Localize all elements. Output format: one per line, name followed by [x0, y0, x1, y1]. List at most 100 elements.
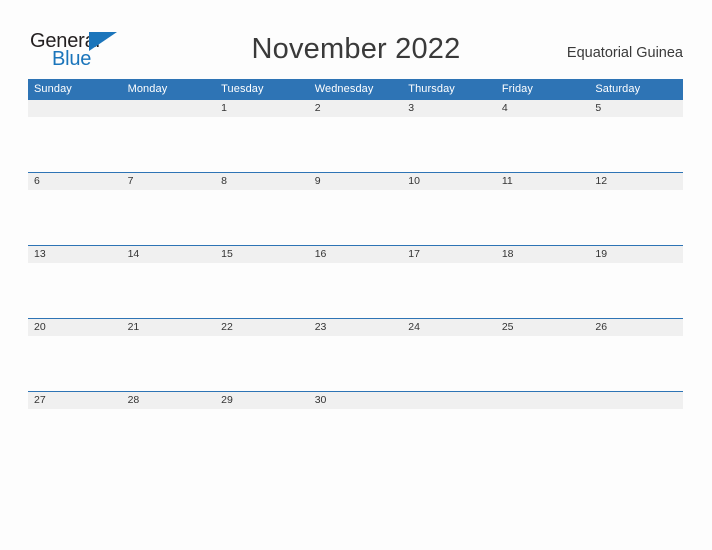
- day-events[interactable]: [589, 117, 683, 172]
- weekday-header-tuesday: Tuesday: [215, 79, 309, 100]
- day-number: 8: [215, 173, 309, 190]
- day-events[interactable]: [309, 409, 403, 464]
- calendar-day-cell[interactable]: 13: [28, 245, 122, 319]
- calendar-day-cell[interactable]: 24: [402, 318, 496, 392]
- day-events[interactable]: [402, 117, 496, 172]
- calendar-week-row: 1 2 3 4 5: [28, 100, 683, 173]
- day-number: 3: [402, 100, 496, 117]
- day-events[interactable]: [122, 117, 216, 172]
- weekday-header-sunday: Sunday: [28, 79, 122, 100]
- day-events[interactable]: [309, 263, 403, 318]
- day-events[interactable]: [496, 263, 590, 318]
- calendar-day-cell[interactable]: 23: [308, 318, 403, 392]
- calendar-day-cell[interactable]: [28, 100, 122, 173]
- day-events[interactable]: [122, 409, 216, 464]
- day-number: 23: [308, 319, 403, 336]
- calendar-day-cell[interactable]: [495, 391, 590, 464]
- calendar-day-cell[interactable]: 16: [308, 245, 403, 319]
- day-events[interactable]: [215, 336, 309, 391]
- day-events[interactable]: [122, 190, 216, 245]
- day-events[interactable]: [496, 117, 590, 172]
- day-events[interactable]: [309, 117, 403, 172]
- calendar-day-cell[interactable]: 10: [402, 172, 496, 246]
- day-number: 4: [495, 100, 590, 117]
- day-number: 16: [308, 246, 403, 263]
- day-events[interactable]: [402, 336, 496, 391]
- calendar-day-cell[interactable]: 15: [215, 245, 309, 319]
- calendar-day-cell[interactable]: [589, 391, 683, 464]
- day-number: 11: [495, 173, 590, 190]
- day-number: 2: [308, 100, 403, 117]
- day-events[interactable]: [215, 263, 309, 318]
- day-events[interactable]: [589, 409, 683, 464]
- day-events[interactable]: [215, 190, 309, 245]
- day-number: [589, 392, 683, 409]
- day-events[interactable]: [309, 336, 403, 391]
- calendar-day-cell[interactable]: 14: [121, 245, 216, 319]
- calendar-day-cell[interactable]: 7: [121, 172, 216, 246]
- calendar-day-cell[interactable]: 26: [589, 318, 683, 392]
- calendar-week-row: 27 28 29 30: [28, 391, 683, 464]
- calendar-day-cell[interactable]: 17: [402, 245, 496, 319]
- calendar-day-cell[interactable]: 8: [215, 172, 309, 246]
- day-number: 13: [28, 246, 122, 263]
- calendar-day-cell[interactable]: [402, 391, 496, 464]
- day-number: 15: [215, 246, 309, 263]
- calendar-day-cell[interactable]: 11: [495, 172, 590, 246]
- weekday-header-monday: Monday: [121, 79, 216, 100]
- calendar-day-cell[interactable]: 28: [121, 391, 216, 464]
- day-number: 7: [121, 173, 216, 190]
- calendar-day-cell[interactable]: 6: [28, 172, 122, 246]
- calendar-day-cell[interactable]: [121, 100, 216, 173]
- calendar-day-cell[interactable]: 1: [215, 100, 309, 173]
- calendar-day-cell[interactable]: 22: [215, 318, 309, 392]
- day-number: 9: [308, 173, 403, 190]
- calendar-day-cell[interactable]: 25: [495, 318, 590, 392]
- calendar-day-cell[interactable]: 20: [28, 318, 122, 392]
- day-events[interactable]: [28, 190, 122, 245]
- day-number: 17: [402, 246, 496, 263]
- day-events[interactable]: [28, 263, 122, 318]
- calendar-grid: Sunday Monday Tuesday Wednesday Thursday…: [28, 79, 683, 464]
- day-events[interactable]: [402, 190, 496, 245]
- calendar-day-cell[interactable]: 21: [121, 318, 216, 392]
- calendar-day-cell[interactable]: 4: [495, 100, 590, 173]
- day-events[interactable]: [122, 263, 216, 318]
- calendar-week-row: 13 14 15 16 17 18 19: [28, 245, 683, 319]
- calendar-day-cell[interactable]: 5: [589, 100, 683, 173]
- day-events[interactable]: [589, 190, 683, 245]
- day-events[interactable]: [309, 190, 403, 245]
- day-events[interactable]: [496, 190, 590, 245]
- weekday-header-thursday: Thursday: [402, 79, 496, 100]
- calendar-day-cell[interactable]: 3: [402, 100, 496, 173]
- day-number: 22: [215, 319, 309, 336]
- day-number: 14: [121, 246, 216, 263]
- day-number: [495, 392, 590, 409]
- calendar-day-cell[interactable]: 29: [215, 391, 309, 464]
- day-events[interactable]: [589, 336, 683, 391]
- day-number: 12: [589, 173, 683, 190]
- weekday-header-saturday: Saturday: [589, 79, 683, 100]
- weekday-header-friday: Friday: [495, 79, 590, 100]
- day-events[interactable]: [496, 336, 590, 391]
- day-events[interactable]: [28, 409, 122, 464]
- day-number: 10: [402, 173, 496, 190]
- calendar-day-cell[interactable]: 30: [308, 391, 403, 464]
- day-events[interactable]: [122, 336, 216, 391]
- day-number: 20: [28, 319, 122, 336]
- day-events[interactable]: [28, 336, 122, 391]
- day-number: 26: [589, 319, 683, 336]
- day-events[interactable]: [496, 409, 590, 464]
- day-events[interactable]: [215, 117, 309, 172]
- calendar-day-cell[interactable]: 19: [589, 245, 683, 319]
- day-events[interactable]: [402, 263, 496, 318]
- calendar-day-cell[interactable]: 9: [308, 172, 403, 246]
- day-events[interactable]: [402, 409, 496, 464]
- day-events[interactable]: [215, 409, 309, 464]
- calendar-day-cell[interactable]: 27: [28, 391, 122, 464]
- calendar-day-cell[interactable]: 2: [308, 100, 403, 173]
- calendar-day-cell[interactable]: 18: [495, 245, 590, 319]
- day-events[interactable]: [589, 263, 683, 318]
- calendar-day-cell[interactable]: 12: [589, 172, 683, 246]
- day-events[interactable]: [28, 117, 122, 172]
